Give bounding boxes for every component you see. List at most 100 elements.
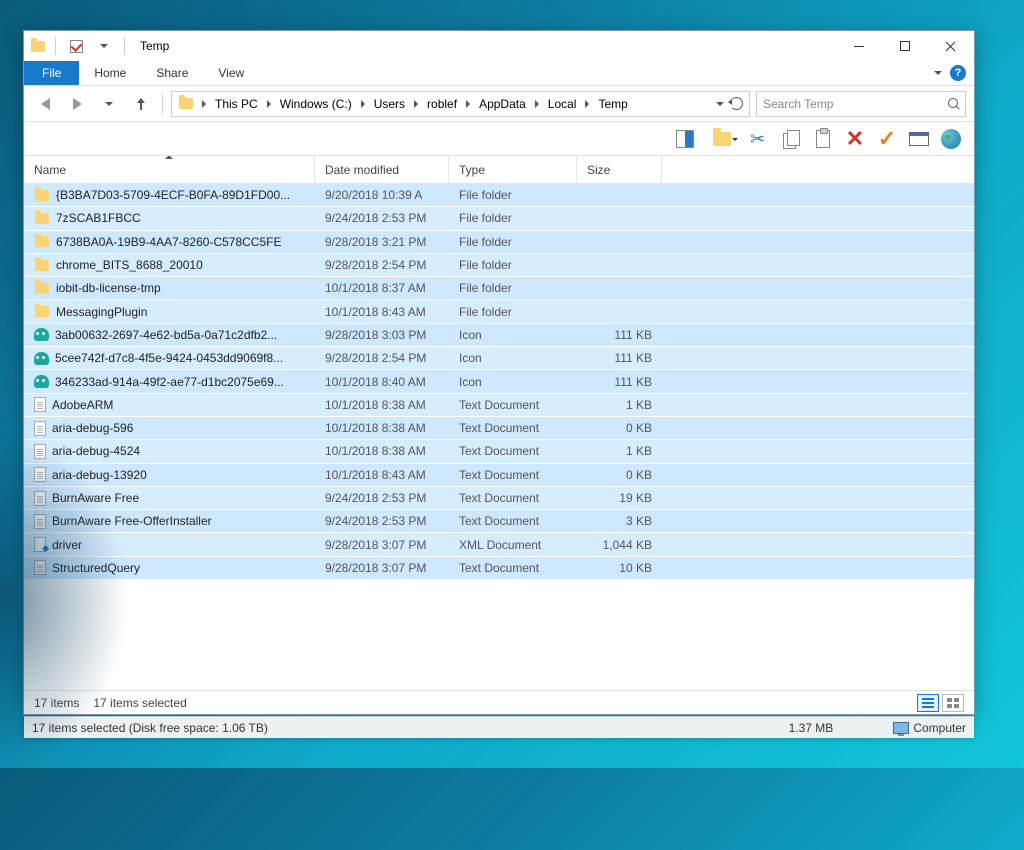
confirm-button[interactable]: ✓ (872, 125, 902, 153)
file-name: aria-debug-596 (52, 421, 133, 435)
toolbar: ✕ ✓ (24, 122, 974, 156)
folder-icon (713, 132, 731, 146)
table-row[interactable]: 6738BA0A-19B9-4AA7-8260-C578CC5FE9/28/20… (24, 231, 974, 254)
preview-pane-button[interactable] (670, 125, 700, 153)
maximize-button[interactable] (882, 31, 928, 61)
breadcrumb-segment[interactable]: Local (543, 92, 582, 116)
column-date[interactable]: Date modified (315, 156, 449, 183)
copy-button[interactable] (776, 125, 806, 153)
chevron-right-icon (414, 100, 418, 108)
table-row[interactable]: 7zSCAB1FBCC 9/24/2018 2:53 PMFile folder (24, 207, 974, 230)
iobit-button[interactable] (936, 125, 966, 153)
column-headers: Name Date modified Type Size (24, 156, 974, 184)
arrow-up-icon (135, 98, 147, 110)
breadcrumb-dropdown-icon[interactable] (716, 102, 724, 106)
close-button[interactable] (928, 31, 974, 61)
folder-icon (34, 187, 50, 203)
file-name: 7zSCAB1FBCC (56, 211, 141, 225)
table-row[interactable]: aria-debug-452410/1/2018 8:38 AMText Doc… (24, 440, 974, 463)
table-row[interactable]: chrome_BITS_8688_200109/28/2018 2:54 PMF… (24, 254, 974, 277)
properties-button[interactable] (904, 125, 934, 153)
window-title: Temp (140, 39, 169, 53)
chevron-right-icon (361, 100, 365, 108)
minimize-button[interactable] (836, 31, 882, 61)
cut-button[interactable] (744, 125, 774, 153)
file-size: 111 KB (577, 328, 662, 342)
folder-icon (34, 280, 50, 296)
delete-button[interactable]: ✕ (840, 125, 870, 153)
file-type: File folder (449, 211, 577, 225)
file-size: 111 KB (577, 375, 662, 389)
icons-view-button[interactable] (942, 694, 964, 712)
chevron-right-icon (267, 100, 271, 108)
file-date: 10/1/2018 8:40 AM (315, 375, 449, 389)
file-size: 10 KB (577, 561, 662, 575)
file-type: Text Document (449, 421, 577, 435)
breadcrumb-segment[interactable]: roblef (422, 92, 462, 116)
table-row[interactable]: 3ab00632-2697-4e62-bd5a-0a71c2dfb2...9/2… (24, 324, 974, 347)
paste-button[interactable] (808, 125, 838, 153)
file-list[interactable]: {B3BA7D03-5709-4ECF-B0FA-89D1FD00...9/20… (24, 184, 974, 690)
file-name: 346233ad-914a-49f2-ae77-d1bc2075e69... (55, 375, 284, 389)
file-date: 9/24/2018 2:53 PM (315, 211, 449, 225)
file-name: driver (52, 538, 82, 552)
text-file-icon (34, 467, 46, 482)
breadcrumb-root[interactable] (174, 92, 198, 116)
column-name[interactable]: Name (24, 156, 315, 183)
column-type[interactable]: Type (449, 156, 577, 183)
file-name: {B3BA7D03-5709-4ECF-B0FA-89D1FD00... (56, 188, 290, 202)
tab-home[interactable]: Home (79, 61, 141, 85)
table-row[interactable]: MessagingPlugin10/1/2018 8:43 AMFile fol… (24, 300, 974, 323)
table-row[interactable]: driver9/28/2018 3:07 PMXML Document1,044… (24, 533, 974, 556)
table-row[interactable]: iobit-db-license-tmp10/1/2018 8:37 AMFil… (24, 277, 974, 300)
back-button[interactable] (32, 91, 58, 117)
up-button[interactable] (128, 91, 154, 117)
file-type: Icon (449, 375, 577, 389)
details-view-button[interactable] (917, 694, 939, 712)
ribbon-expand-icon[interactable] (934, 71, 942, 75)
file-name: chrome_BITS_8688_20010 (56, 258, 203, 272)
folder-icon (34, 304, 50, 320)
titlebar[interactable]: Temp (24, 31, 974, 61)
breadcrumb-segment[interactable]: AppData (474, 92, 531, 116)
table-row[interactable]: aria-debug-59610/1/2018 8:38 AMText Docu… (24, 417, 974, 440)
breadcrumb-segment[interactable]: Temp (593, 92, 632, 116)
qat-dropdown[interactable] (93, 35, 115, 57)
forward-button[interactable] (64, 91, 90, 117)
search-box[interactable] (756, 91, 966, 117)
breadcrumb-segment[interactable]: Users (369, 92, 410, 116)
arrow-left-icon (41, 98, 50, 110)
breadcrumb[interactable]: This PC Windows (C:) Users roblef AppDat… (171, 91, 750, 117)
separator (124, 37, 125, 55)
folder-icon (179, 98, 193, 109)
file-tab[interactable]: File (24, 61, 79, 85)
table-row[interactable]: 5cee742f-d7c8-4f5e-9424-0453dd9069f8...9… (24, 347, 974, 370)
chevron-right-icon (466, 100, 470, 108)
table-row[interactable]: StructuredQuery9/28/2018 3:07 PMText Doc… (24, 557, 974, 580)
file-type: File folder (449, 258, 577, 272)
breadcrumb-segment[interactable]: This PC (210, 92, 263, 116)
qat-properties[interactable] (65, 35, 87, 57)
search-input[interactable] (763, 97, 944, 111)
table-row[interactable]: aria-debug-1392010/1/2018 8:43 AMText Do… (24, 464, 974, 487)
table-row[interactable]: BurnAware Free-OfferInstaller9/24/2018 2… (24, 510, 974, 533)
table-row[interactable]: 346233ad-914a-49f2-ae77-d1bc2075e69... 10… (24, 370, 974, 393)
item-count: 17 items (34, 696, 79, 710)
table-row[interactable]: AdobeARM10/1/2018 8:38 AMText Document1 … (24, 394, 974, 417)
file-size: 111 KB (577, 351, 662, 365)
column-label: Size (587, 163, 610, 177)
table-row[interactable]: BurnAware Free9/24/2018 2:53 PMText Docu… (24, 487, 974, 510)
recent-dropdown[interactable] (96, 91, 122, 117)
table-row[interactable]: {B3BA7D03-5709-4ECF-B0FA-89D1FD00...9/20… (24, 184, 974, 207)
file-type: File folder (449, 281, 577, 295)
new-folder-button[interactable] (702, 125, 742, 153)
help-icon[interactable]: ? (950, 65, 966, 81)
file-size: 3 KB (577, 514, 662, 528)
tab-share[interactable]: Share (141, 61, 203, 85)
column-size[interactable]: Size (577, 156, 662, 183)
sort-indicator-icon (165, 156, 173, 159)
tab-view[interactable]: View (203, 61, 259, 85)
breadcrumb-segment[interactable]: Windows (C:) (275, 92, 357, 116)
refresh-icon[interactable] (730, 97, 743, 110)
search-icon[interactable] (948, 98, 959, 109)
